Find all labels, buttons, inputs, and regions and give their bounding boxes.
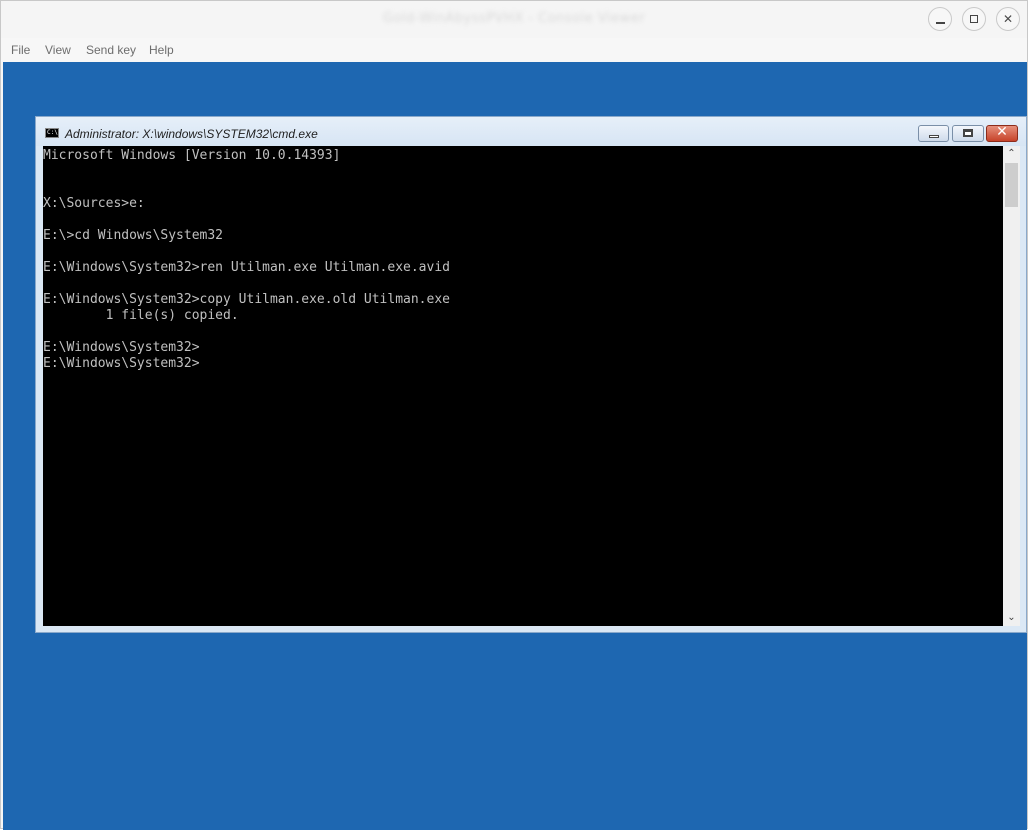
maximize-icon [970,15,978,23]
cmd-window[interactable]: C:\ Administrator: X:\windows\SYSTEM32\c… [35,116,1027,633]
scroll-thumb[interactable] [1005,163,1018,207]
console-text: Microsoft Windows [Version 10.0.14393] X… [43,148,450,371]
menu-view[interactable]: View [45,43,71,57]
scroll-up-icon[interactable]: ⌃ [1003,146,1020,162]
menu-file[interactable]: File [11,43,30,57]
viewer-close-button[interactable]: ✕ [996,7,1020,31]
cmd-app-icon[interactable]: C:\ [45,128,59,138]
cmd-minimize-button[interactable] [918,125,949,142]
viewer-menubar: File View Send key Help [1,38,1027,62]
cmd-titlebar[interactable]: C:\ Administrator: X:\windows\SYSTEM32\c… [36,117,1026,146]
scroll-down-icon[interactable]: ⌄ [1003,610,1020,626]
menu-send-key[interactable]: Send key [86,43,136,57]
vertical-scrollbar[interactable]: ⌃ ⌄ [1003,146,1020,626]
viewer-minimize-button[interactable] [928,7,952,31]
menu-help[interactable]: Help [149,43,174,57]
viewer-window: Gold-WinAbyssPVHX - Console Viewer ✕ Fil… [0,0,1028,830]
close-icon: ✕ [996,124,1008,140]
cmd-maximize-button[interactable] [952,125,984,142]
minimize-icon [929,135,939,138]
remote-desktop[interactable]: C:\ Administrator: X:\windows\SYSTEM32\c… [3,62,1027,830]
cmd-close-button[interactable]: ✕ [986,124,1018,142]
restore-icon [963,129,973,137]
minimize-icon [936,22,945,24]
cmd-window-title: Administrator: X:\windows\SYSTEM32\cmd.e… [65,127,318,141]
console-output[interactable]: Microsoft Windows [Version 10.0.14393] X… [43,146,1003,626]
viewer-title: Gold-WinAbyssPVHX - Console Viewer [382,11,646,26]
close-icon: ✕ [1002,12,1014,26]
viewer-maximize-button[interactable] [962,7,986,31]
viewer-titlebar[interactable]: Gold-WinAbyssPVHX - Console Viewer ✕ [1,1,1027,39]
